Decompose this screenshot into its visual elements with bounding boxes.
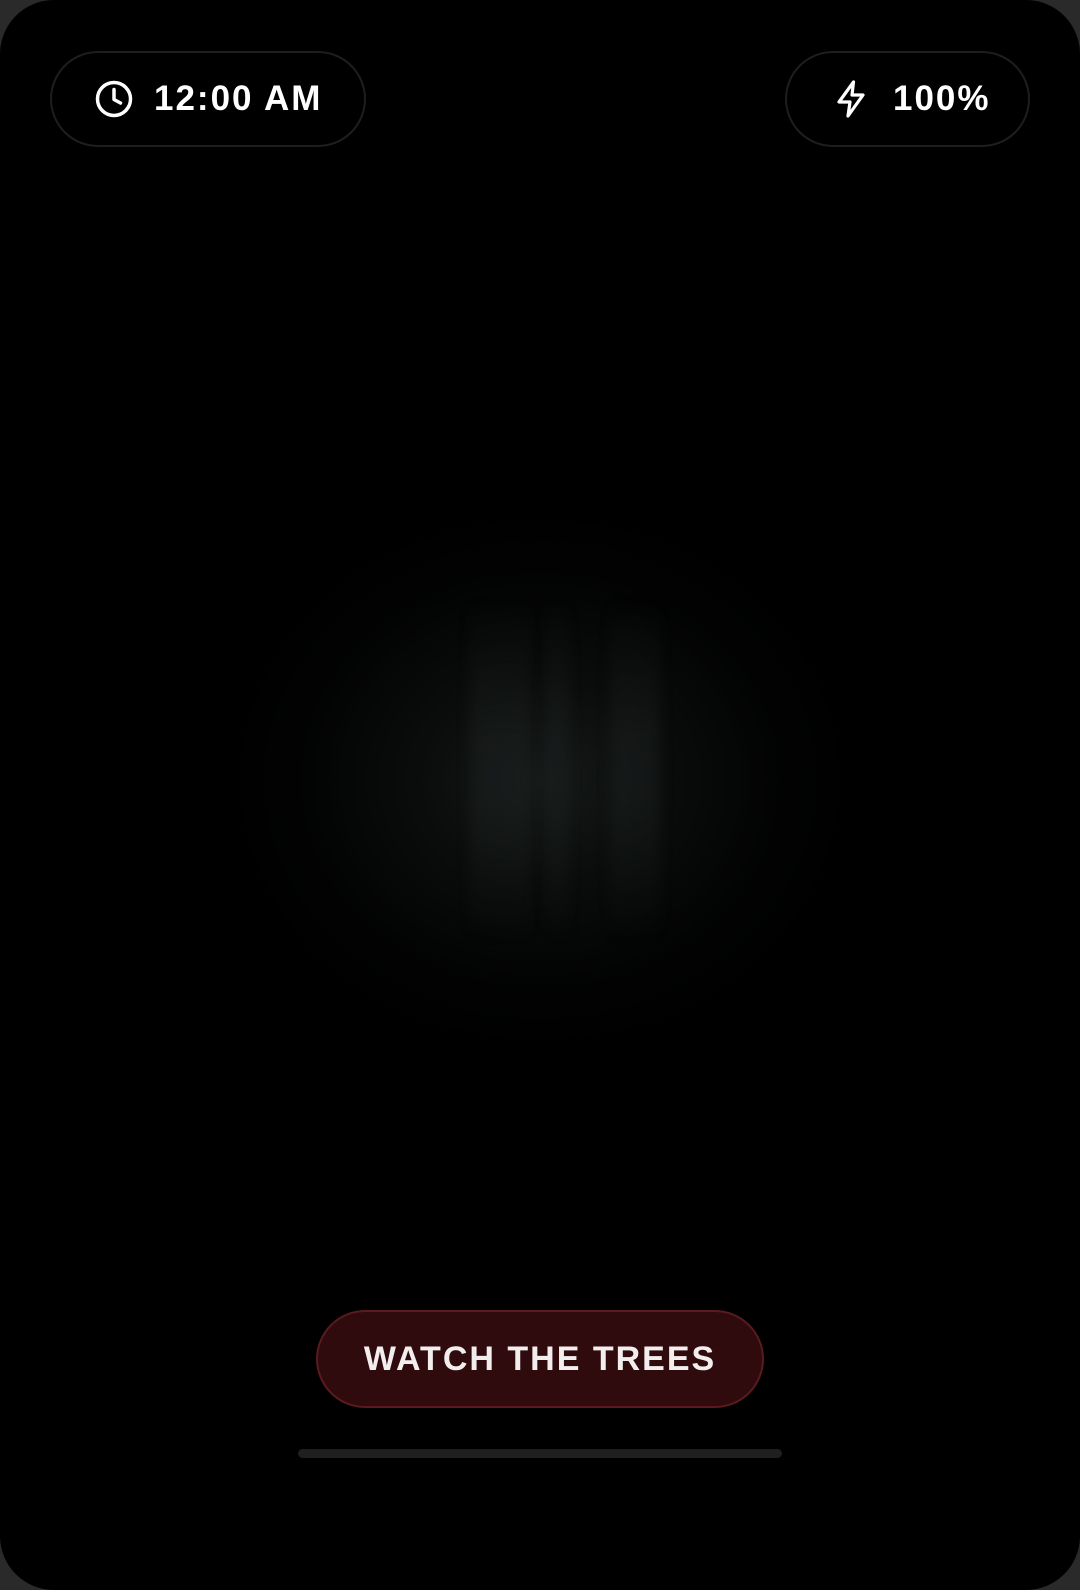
home-indicator[interactable]: [298, 1449, 782, 1458]
tree-trunk-silhouette: [545, 600, 569, 940]
time-status-pill: 12:00 AM: [50, 51, 366, 147]
clock-icon: [94, 79, 134, 119]
time-text: 12:00 AM: [154, 79, 323, 118]
lightning-bolt-icon: [831, 79, 871, 119]
watch-the-trees-button[interactable]: WATCH THE TREES: [316, 1310, 764, 1408]
battery-text: 100%: [893, 79, 991, 118]
tree-trunk-silhouette: [470, 600, 530, 940]
tree-trunk-silhouette: [610, 600, 660, 940]
dark-forest-glow: [240, 520, 840, 1040]
battery-status-pill: 100%: [785, 51, 1030, 147]
phone-screen: 12:00 AM 100% WATCH THE TREES: [0, 0, 1080, 1590]
